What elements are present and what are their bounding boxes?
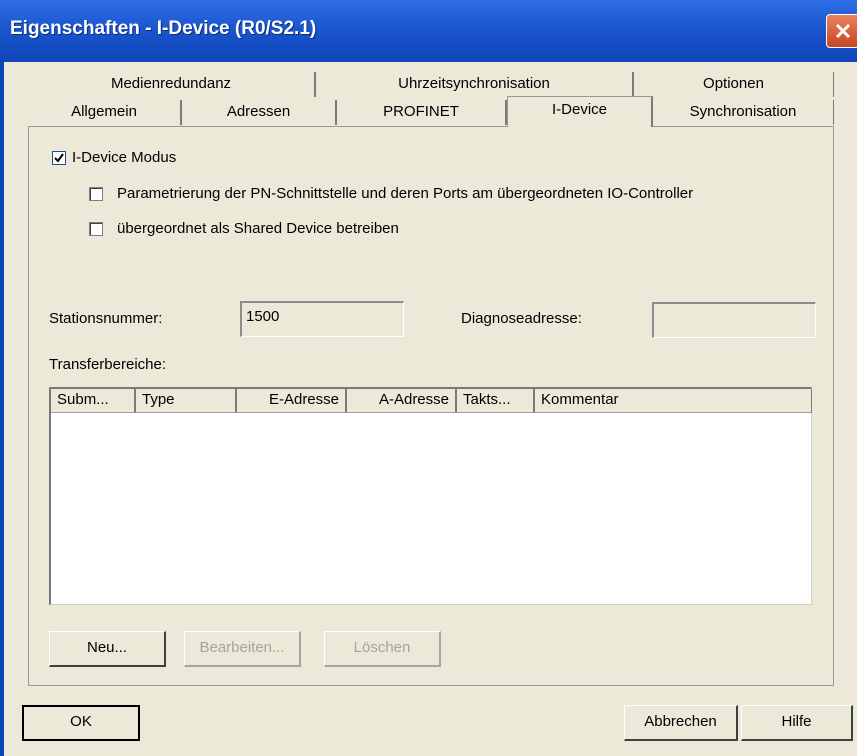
window-frame xyxy=(0,62,4,756)
diag-address-label: Diagnoseadresse: xyxy=(461,310,582,327)
column-header-type[interactable]: Type xyxy=(136,389,237,413)
tab-adressen[interactable]: Adressen xyxy=(182,100,337,125)
column-header-e-adresse[interactable]: E-Adresse xyxy=(237,389,347,413)
station-number-field: 1500 xyxy=(240,301,404,337)
transfer-areas-list[interactable]: Subm... Type E-Adresse A-Adresse Takts..… xyxy=(49,387,812,605)
column-header-takts[interactable]: Takts... xyxy=(457,389,535,413)
new-button[interactable]: Neu... xyxy=(49,631,166,667)
transfer-areas-label: Transferbereiche: xyxy=(49,356,166,373)
cancel-button[interactable]: Abbrechen xyxy=(624,705,738,741)
ok-button[interactable]: OK xyxy=(22,705,140,741)
idevice-mode-checkbox[interactable] xyxy=(52,151,66,165)
tab-allgemein[interactable]: Allgemein xyxy=(28,100,182,125)
title-bar: Eigenschaften - I-Device (R0/S2.1) xyxy=(0,0,857,62)
tab-profinet[interactable]: PROFINET xyxy=(337,100,507,125)
station-number-label: Stationsnummer: xyxy=(49,310,163,327)
tab-uhrzeitsynchronisation[interactable]: Uhrzeitsynchronisation xyxy=(316,72,634,97)
help-button[interactable]: Hilfe xyxy=(741,705,853,741)
tab-optionen[interactable]: Optionen xyxy=(634,72,834,97)
diag-address-field xyxy=(652,302,816,338)
checkmark-icon xyxy=(54,153,64,163)
close-icon xyxy=(835,23,851,39)
delete-button[interactable]: Löschen xyxy=(324,631,441,667)
idevice-mode-label: I-Device Modus xyxy=(72,149,177,166)
shared-device-label: übergeordnet als Shared Device betreiben xyxy=(117,220,399,237)
param-pn-label: Parametrierung der PN-Schnittstelle und … xyxy=(117,185,694,202)
param-pn-checkbox[interactable] xyxy=(89,187,103,201)
column-header-subm[interactable]: Subm... xyxy=(51,389,136,413)
edit-button[interactable]: Bearbeiten... xyxy=(184,631,301,667)
tab-idevice[interactable]: I-Device xyxy=(507,96,653,127)
column-header-a-adresse[interactable]: A-Adresse xyxy=(347,389,457,413)
close-button[interactable] xyxy=(826,14,857,48)
window-title: Eigenschaften - I-Device (R0/S2.1) xyxy=(10,18,317,39)
column-header-kommentar[interactable]: Kommentar xyxy=(535,389,812,413)
tab-medienredundanz[interactable]: Medienredundanz xyxy=(28,72,316,97)
shared-device-checkbox[interactable] xyxy=(89,222,103,236)
tab-synchronisation[interactable]: Synchronisation xyxy=(653,100,834,125)
